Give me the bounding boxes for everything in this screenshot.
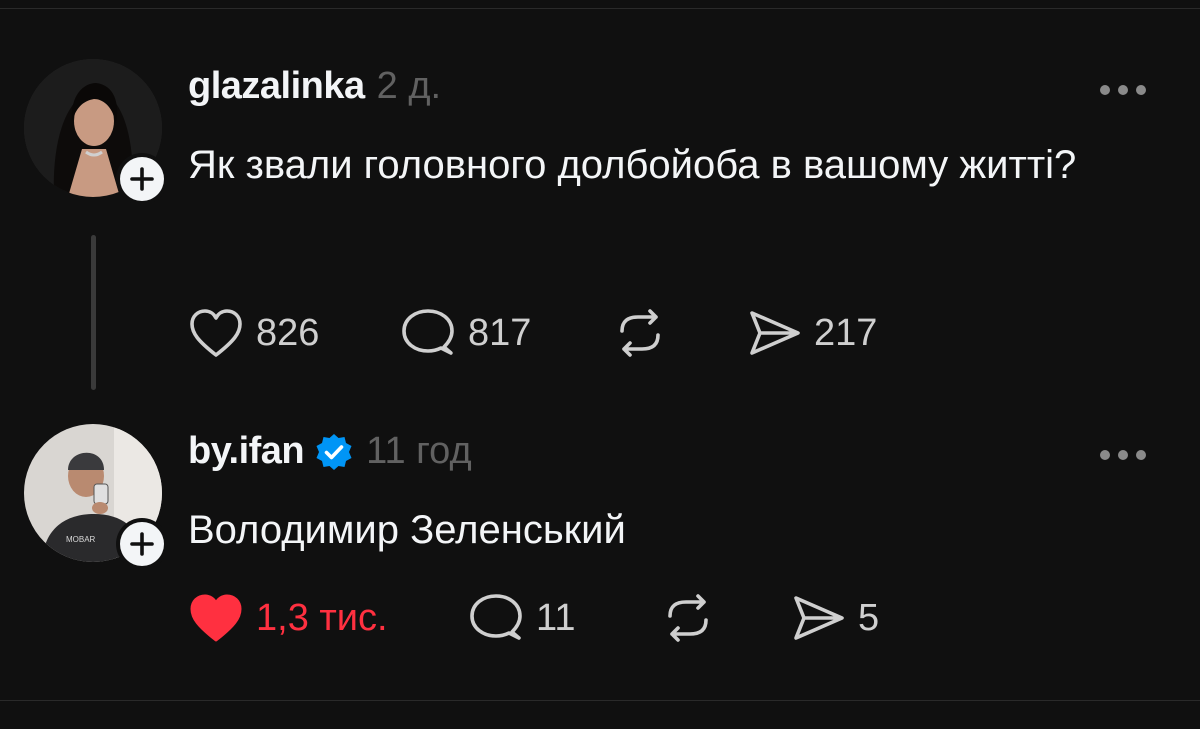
follow-button[interactable] [116,153,168,205]
follow-button[interactable] [116,518,168,570]
thread-line [91,235,96,390]
top-divider [0,8,1200,9]
username[interactable]: by.ifan [188,430,305,473]
like-count: 1,3 тис. [256,596,388,639]
post-header: by.ifan 11 год [188,430,472,473]
like-button[interactable]: 826 [188,307,400,359]
heart-icon [190,594,242,642]
share-count: 5 [858,596,880,639]
reply-button[interactable]: 817 [400,307,612,359]
post-header: glazalinka 2 д. [188,65,441,108]
reply-count: 817 [468,311,532,354]
thread-post: MOBAR by.ifan 11 год Володимир Зеленськи… [0,420,1200,680]
action-bar: 1,3 тис. 11 5 [188,592,879,644]
more-icon[interactable] [1100,448,1150,462]
verified-badge-icon [316,433,352,470]
plus-icon [130,532,154,556]
repost-icon [620,309,660,357]
thread-post: glazalinka 2 д. Як звали головного долбо… [0,55,1200,395]
share-button[interactable]: 217 [746,307,877,359]
like-button[interactable]: 1,3 тис. [188,592,468,644]
heart-icon [190,309,242,357]
bottom-divider [0,700,1200,701]
post-text: Як звали головного долбойоба в вашому жи… [188,143,1077,187]
timestamp: 2 д. [376,65,442,107]
send-icon [794,596,844,640]
repost-button[interactable] [612,307,746,359]
repost-icon [668,594,708,642]
action-bar: 826 817 217 [188,307,877,359]
share-count: 217 [814,311,878,354]
share-button[interactable]: 5 [790,592,879,644]
comment-icon [470,594,522,640]
reply-button[interactable]: 11 [468,592,660,644]
like-count: 826 [256,311,320,354]
more-icon[interactable] [1100,83,1150,97]
repost-button[interactable] [660,592,790,644]
comment-icon [402,309,454,355]
username[interactable]: glazalinka [188,65,365,108]
post-text: Володимир Зеленський [188,508,626,552]
plus-icon [130,167,154,191]
timestamp: 11 год [366,430,472,472]
reply-count: 11 [536,596,576,639]
svg-text:MOBAR: MOBAR [66,535,96,544]
send-icon [750,311,800,355]
